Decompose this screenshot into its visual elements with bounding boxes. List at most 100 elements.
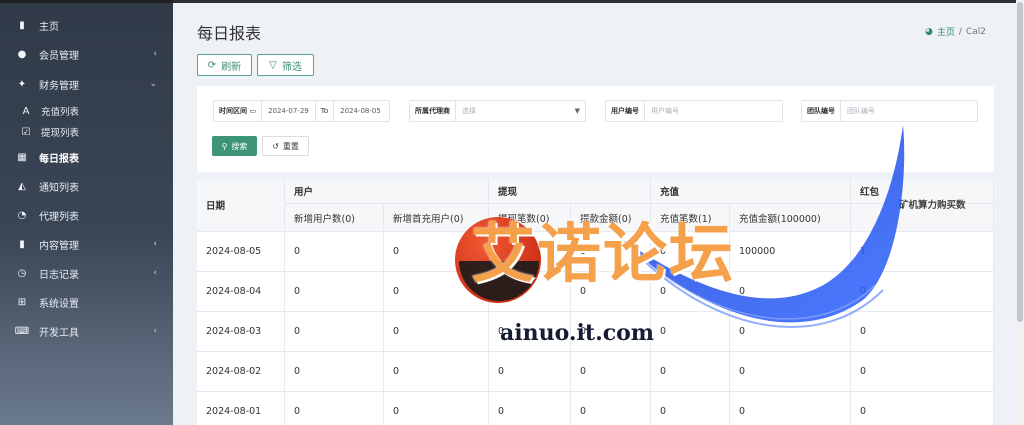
caret-down-icon[interactable]: ▼: [575, 107, 585, 115]
filter-label: 筛选: [281, 61, 302, 73]
refresh-button[interactable]: ⟳ 刷新: [197, 54, 252, 76]
agent-filter: 所属代理商 选择 ▼: [409, 100, 586, 122]
bar-chart-icon: ▮: [19, 19, 25, 31]
chevron-icon: ‹: [153, 239, 157, 249]
sidebar-item-5[interactable]: ▦ 每日报表: [0, 145, 173, 169]
page-title: 每日报表: [197, 24, 262, 43]
sidebar-item-label: 系统设置: [39, 298, 79, 310]
cell-value: 0: [571, 352, 651, 392]
cell-value: 0: [384, 352, 489, 392]
cell-date: 2024-08-02: [197, 352, 285, 392]
date-to-label: To: [314, 101, 335, 121]
refresh-icon: ⟳: [207, 59, 217, 71]
sidebar-item-11[interactable]: ⌨ 开发工具 ‹: [0, 319, 173, 343]
user-icon: ●: [17, 48, 27, 60]
cell-value: 0: [651, 392, 730, 425]
watermark-title: 艾诺论坛: [471, 218, 735, 292]
cell-date: 2024-08-03: [197, 312, 285, 352]
sidebar-item-1[interactable]: ● 会员管理 ‹: [0, 42, 173, 66]
sidebar-item-label: 开发工具: [39, 327, 79, 339]
filter-icon: ▽: [269, 59, 277, 71]
header-group-user: 用户: [285, 179, 489, 204]
chevron-icon: ‹: [153, 326, 157, 336]
font-a-icon: A: [22, 105, 30, 117]
sidebar-item-label: 代理列表: [39, 211, 79, 223]
date-range-filter: 时间区间 ▭ 2024-07-29 To 2024-08-05: [213, 100, 390, 122]
checkbox-icon: ☑: [21, 126, 31, 138]
breadcrumb-separator: /: [958, 26, 962, 37]
cell-date: 2024-08-04: [197, 272, 285, 312]
chevron-icon: ‹: [153, 49, 157, 59]
user-id-input[interactable]: 用户编号: [645, 106, 685, 116]
header-group-recharge: 充值: [651, 179, 851, 204]
agent-label: 所属代理商: [410, 101, 456, 121]
search-button[interactable]: ⚲ 搜索: [212, 136, 257, 156]
search-icon: ⚲: [221, 141, 228, 151]
cell-value: 0: [851, 312, 994, 352]
cell-value: 0: [730, 352, 851, 392]
cell-value: 0: [571, 392, 651, 425]
reset-label: 重置: [282, 141, 299, 151]
date-start-input[interactable]: 2024-07-29: [262, 107, 315, 115]
cell-value: 100000: [730, 232, 851, 272]
search-label: 搜索: [231, 141, 248, 151]
breadcrumb-current: Cal2: [965, 26, 986, 37]
sidebar-item-10[interactable]: ⊞ 系统设置: [0, 290, 173, 314]
user-id-filter: 用户编号 用户编号: [605, 100, 783, 122]
reset-button[interactable]: ↺ 重置: [262, 136, 309, 156]
header-date: 日期: [197, 179, 285, 232]
agent-select[interactable]: 选择: [456, 106, 575, 116]
breadcrumb-home[interactable]: 主页: [937, 25, 955, 38]
cell-date: 2024-08-05: [197, 232, 285, 272]
undo-icon: ↺: [272, 141, 279, 151]
sidebar-item-8[interactable]: ▮ 内容管理 ‹: [0, 232, 173, 256]
sidebar-item-2[interactable]: ✦ 财务管理 ⌄: [0, 72, 173, 96]
dashboard-icon: ◕: [925, 26, 933, 37]
cell-value: 1: [851, 232, 994, 272]
cell-value: 0: [285, 232, 384, 272]
chevron-icon: ‹: [153, 268, 157, 278]
calendar-small-icon: ▭: [249, 107, 257, 115]
sidebar-item-label: 日志记录: [39, 269, 79, 281]
scrollbar-thumb[interactable]: [1017, 2, 1023, 322]
cell-value: 0: [851, 352, 994, 392]
sidebar-item-7[interactable]: ◔ 代理列表: [0, 203, 173, 227]
history-icon: ◷: [17, 267, 27, 279]
sidebar: ▮ 主页 ● 会员管理 ‹ ✦ 财务管理 ⌄ A 充值列表 ☑ 提现列表 ▦ 每日报表 ◭ 通知列表 ◔ 代理列表…: [0, 0, 173, 425]
cell-value: 0: [730, 272, 851, 312]
chevron-icon: ⌄: [149, 79, 157, 89]
sidebar-item-9[interactable]: ◷ 日志记录 ‹: [0, 261, 173, 285]
main-content: 每日报表 ◕ 主页 / Cal2 ⟳ 刷新 ▽ 筛选 时间区间 ▭ 2024-0…: [173, 0, 1024, 425]
sidebar-item-label: 提现列表: [41, 128, 80, 139]
filter-button[interactable]: ▽ 筛选: [257, 54, 314, 76]
cell-value: 0: [651, 352, 730, 392]
cell-value: 0: [285, 352, 384, 392]
team-id-label: 团队编号: [802, 101, 841, 121]
cell-value: 0: [651, 312, 730, 352]
team-id-filter: 团队编号 团队编号: [801, 100, 978, 122]
scrollbar[interactable]: [1016, 0, 1024, 425]
cell-value: 0: [384, 312, 489, 352]
sidebar-item-label: 通知列表: [39, 182, 79, 194]
sidebar-item-6[interactable]: ◭ 通知列表: [0, 174, 173, 198]
refresh-label: 刷新: [221, 61, 242, 73]
calendar-icon: ▦: [17, 151, 27, 163]
clock-icon: ◔: [17, 209, 27, 221]
extra-column-header: 矿机算力购买数: [899, 200, 966, 211]
sub-header: 充值金额(100000): [730, 204, 851, 232]
sidebar-item-4[interactable]: ☑ 提现列表: [0, 120, 173, 144]
filter-panel: 时间区间 ▭ 2024-07-29 To 2024-08-05 所属代理商 选择…: [197, 86, 994, 172]
sidebar-item-0[interactable]: ▮ 主页: [0, 13, 173, 37]
keyboard-icon: ⌨: [14, 325, 30, 337]
bookmark-icon: ▮: [19, 238, 25, 250]
cell-value: 0: [489, 392, 571, 425]
watermark-url: ainuo.it.com: [500, 320, 655, 346]
sidebar-item-label: 充值列表: [41, 107, 80, 118]
windows-icon: ⊞: [17, 296, 27, 308]
cell-date: 2024-08-01: [197, 392, 285, 425]
cell-value: 0: [730, 392, 851, 425]
breadcrumb: ◕ 主页 / Cal2: [925, 25, 986, 39]
cell-value: 0: [851, 392, 994, 425]
date-end-input[interactable]: 2024-08-05: [334, 107, 387, 115]
team-id-input[interactable]: 团队编号: [841, 106, 881, 116]
